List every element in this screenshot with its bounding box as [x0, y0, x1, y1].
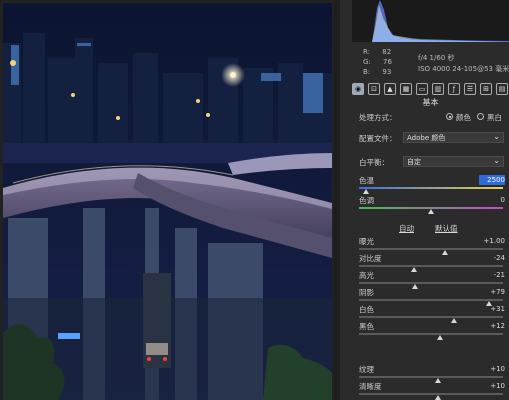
- sliders_presence-slider-track[interactable]: [359, 393, 503, 400]
- sliders_presence-slider-value[interactable]: +10: [479, 381, 505, 391]
- presets-icon[interactable]: ⊞: [480, 83, 492, 95]
- b-value: 93: [382, 68, 392, 76]
- sliders_tone-slider-track[interactable]: [359, 282, 503, 289]
- lens-icon[interactable]: ▥: [432, 83, 444, 95]
- sliders_tone-slider-value[interactable]: +1.00: [479, 236, 505, 246]
- profile-label: 配置文件：: [359, 134, 397, 143]
- sliders_tone-slider-track[interactable]: [359, 265, 503, 272]
- sliders_tone-slider-thumb[interactable]: [436, 335, 443, 340]
- treatment-color-radio[interactable]: [446, 113, 453, 120]
- effects-icon[interactable]: ƒ: [448, 83, 460, 95]
- panel-tabs: ◉ ⊡ ▲ ▦ ▭ ▥ ƒ ☰ ⊞ ▤: [352, 82, 509, 96]
- sliders_wb-slider-label: 色温: [359, 176, 374, 185]
- image-canvas[interactable]: [0, 0, 334, 400]
- treatment-bw-label: 黑白: [487, 113, 502, 122]
- sliders_presence-slider-thumb[interactable]: [435, 395, 442, 400]
- r-readout: R: 82: [363, 48, 391, 56]
- hsl-icon[interactable]: ▦: [400, 83, 412, 95]
- sliders_tone-slider-label: 曝光: [359, 237, 374, 246]
- sliders_presence-slider-track[interactable]: [359, 376, 503, 383]
- sliders_tone-slider-value[interactable]: +31: [479, 304, 505, 314]
- sliders_presence-slider-label: 清晰度: [359, 382, 382, 391]
- photo-preview: [3, 3, 332, 400]
- sliders_wb-slider-track[interactable]: [359, 207, 503, 214]
- sliders_presence-slider-label: 纹理: [359, 365, 374, 374]
- r-value: 82: [382, 48, 392, 56]
- sliders_wb-slider-thumb[interactable]: [428, 209, 434, 214]
- calibration-icon[interactable]: ☰: [464, 83, 476, 95]
- histogram: [352, 0, 509, 42]
- iso-lens-readout: ISO 4000 24-105@53 毫米: [418, 65, 509, 73]
- sliders_presence-slider-value[interactable]: +10: [479, 364, 505, 374]
- sliders_tone-slider-value[interactable]: -21: [479, 270, 505, 280]
- sliders_tone-slider-value[interactable]: -24: [479, 253, 505, 263]
- b-label: B:: [363, 68, 371, 76]
- detail-icon[interactable]: ▲: [384, 83, 396, 95]
- auto-tone-link[interactable]: 自动: [399, 223, 414, 234]
- r-label: R:: [363, 48, 371, 56]
- tone-curve-icon[interactable]: ⊡: [368, 83, 380, 95]
- sliders_tone-slider-label: 高光: [359, 271, 374, 280]
- basic-panel-icon[interactable]: ◉: [352, 83, 364, 95]
- sliders_tone-slider-value[interactable]: +12: [479, 321, 505, 331]
- sliders_tone-slider-value[interactable]: +79: [479, 287, 505, 297]
- snapshots-icon[interactable]: ▤: [496, 83, 508, 95]
- section-title: 基本: [422, 98, 439, 107]
- sliders_tone-slider-track[interactable]: [359, 316, 503, 323]
- sliders_wb-slider-value[interactable]: 0: [479, 195, 505, 205]
- sliders_tone-slider-track[interactable]: [359, 333, 503, 340]
- sliders_wb-slider-thumb[interactable]: [363, 189, 370, 194]
- exposure-readout: f/4 1/60 秒: [418, 54, 455, 62]
- sliders_tone-slider-label: 对比度: [359, 254, 382, 263]
- sliders_wb-slider-label: 色调: [359, 196, 374, 205]
- sliders_presence-slider-thumb[interactable]: [435, 378, 442, 383]
- white-balance-select[interactable]: 自定: [403, 155, 504, 167]
- b-readout: B: 93: [363, 68, 391, 76]
- sliders_wb-slider-value[interactable]: 2500: [479, 175, 505, 185]
- treatment-color-label: 颜色: [456, 113, 471, 122]
- g-value: 76: [383, 58, 392, 66]
- g-label: G:: [363, 58, 371, 66]
- sliders_tone-slider-thumb[interactable]: [451, 318, 458, 323]
- sliders_tone-slider-thumb[interactable]: [412, 284, 419, 289]
- sliders_tone-slider-track[interactable]: [359, 248, 503, 255]
- sliders_wb-slider-track[interactable]: [359, 187, 503, 194]
- treatment-bw-radio[interactable]: [477, 113, 484, 120]
- split-toning-icon[interactable]: ▭: [416, 83, 428, 95]
- treatment-label: 处理方式：: [359, 113, 397, 122]
- sliders_tone-slider-thumb[interactable]: [410, 267, 417, 272]
- sliders_tone-slider-thumb[interactable]: [442, 250, 449, 255]
- default-tone-link[interactable]: 默认值: [435, 223, 458, 234]
- sliders_tone-slider-label: 白色: [359, 305, 374, 314]
- sliders_tone-slider-track[interactable]: [359, 299, 503, 306]
- profile-select[interactable]: Adobe 颜色: [403, 131, 504, 143]
- sliders_tone-slider-label: 黑色: [359, 322, 374, 331]
- g-readout: G: 76: [363, 58, 392, 66]
- white-balance-label: 白平衡：: [359, 158, 389, 167]
- sliders_tone-slider-label: 阴影: [359, 288, 374, 297]
